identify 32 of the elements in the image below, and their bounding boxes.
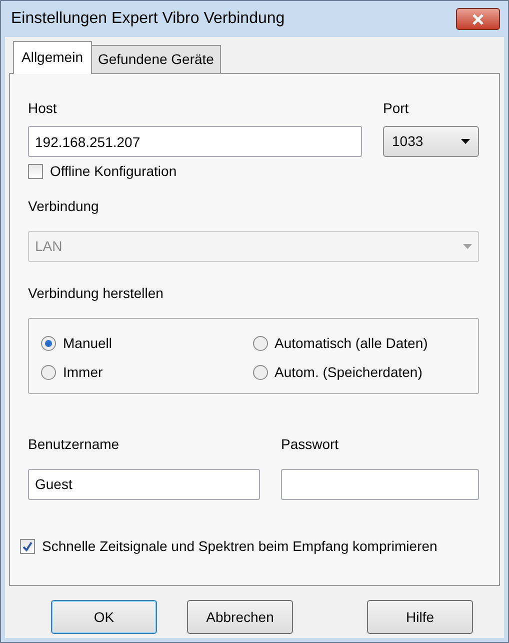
checkbox[interactable]	[20, 538, 35, 554]
checkbox[interactable]	[28, 164, 43, 178]
field-label: Host	[28, 99, 58, 118]
radio-button[interactable]	[41, 336, 56, 350]
checkbox-label[interactable]: Offline Konfiguration	[50, 160, 177, 182]
close-icon	[472, 14, 484, 24]
tab[interactable]: Gefundene Geräte	[90, 45, 221, 73]
radio-label[interactable]: Automatisch (alle Daten)	[274, 332, 428, 354]
radio-button[interactable]	[252, 336, 268, 350]
field-label: Port	[383, 99, 410, 118]
field-label: Verbindung	[28, 196, 100, 216]
username-field[interactable]: Guest	[28, 468, 260, 500]
close-button[interactable]	[456, 8, 500, 30]
group-title: Verbindung herstellen	[28, 284, 164, 303]
dropdown-arrow-icon	[461, 139, 470, 144]
host-field[interactable]: 192.168.251.207	[28, 126, 362, 157]
password-field[interactable]	[281, 468, 479, 500]
dialog-button[interactable]: Hilfe	[367, 600, 473, 634]
dialog-button[interactable]: OK	[51, 600, 157, 634]
radio-button[interactable]	[252, 364, 268, 380]
radio-label[interactable]: Immer	[63, 362, 103, 382]
radio-label[interactable]: Manuell	[63, 332, 112, 354]
tab[interactable]: Allgemein	[12, 41, 92, 74]
dialog-button[interactable]: Abbrechen	[187, 600, 293, 634]
radio-button[interactable]	[41, 364, 56, 380]
window-title: Einstellungen Expert Vibro Verbindung	[11, 9, 285, 29]
port-dropdown[interactable]: 1033	[383, 126, 479, 157]
radio-label[interactable]: Autom. (Speicherdaten)	[274, 362, 422, 382]
field-label: Passwort	[281, 434, 340, 454]
checkbox-label[interactable]: Schnelle Zeitsignale und Spektren beim Empfang komprimieren	[42, 536, 438, 556]
field-label: Benutzername	[28, 434, 120, 454]
dropdown-arrow-icon	[463, 244, 472, 248]
